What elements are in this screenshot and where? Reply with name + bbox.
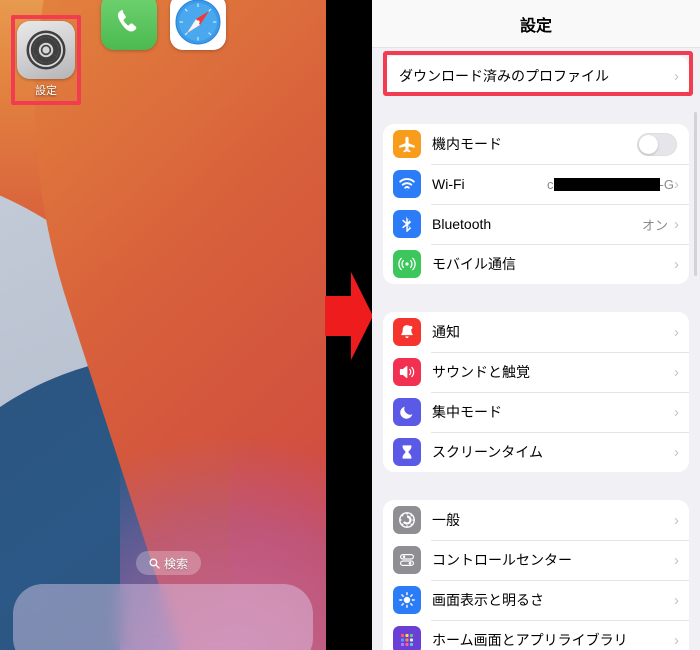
sliders-icon: [393, 546, 421, 574]
settings-scrollbar[interactable]: [694, 112, 697, 276]
toggle-knob: [639, 134, 658, 154]
settings-row-label: 機内モード: [432, 136, 502, 152]
dock-icon-phone[interactable]: [101, 0, 157, 50]
chevron-right-icon: ›: [674, 631, 679, 649]
settings-row-airplane-mode[interactable]: 機内モード: [383, 124, 689, 164]
chevron-right-icon: ›: [674, 591, 679, 609]
settings-row-screen-time[interactable]: スクリーンタイム ›: [383, 432, 689, 472]
settings-row-label: 一般: [432, 512, 460, 528]
settings-row-label: 集中モード: [432, 404, 502, 420]
settings-row-label: Bluetooth: [432, 216, 492, 232]
settings-row-display-brightness[interactable]: 画面表示と明るさ ›: [383, 580, 689, 620]
settings-row-label: 通知: [432, 324, 460, 340]
chevron-right-icon: ›: [674, 215, 679, 233]
cellular-icon: [393, 250, 421, 278]
chevron-right-icon: ›: [674, 67, 679, 85]
settings-row-notifications[interactable]: 通知 ›: [383, 312, 689, 352]
settings-group-connectivity: 機内モード Wi-Fi c -G › Bluetooth オン › モバイル通信…: [383, 124, 689, 284]
chevron-right-icon: ›: [674, 323, 679, 341]
screenshot-root: 設定 検索 設定 ダウンロード済みのプロファイル › 機内モード Wi-Fi c…: [0, 0, 700, 650]
wifi-network-value: c -G: [547, 177, 674, 192]
chevron-right-icon: ›: [674, 175, 679, 193]
wifi-icon: [393, 170, 421, 198]
airplane-mode-toggle[interactable]: [637, 132, 677, 156]
hourglass-icon: [393, 438, 421, 466]
speaker-icon: [393, 358, 421, 386]
settings-group-profile: ダウンロード済みのプロファイル ›: [383, 56, 689, 96]
settings-row-label: モバイル通信: [432, 256, 516, 272]
iphone-home-screen: 設定 検索: [0, 0, 326, 650]
settings-row-home-screen[interactable]: ホーム画面とアプリライブラリ ›: [383, 620, 689, 650]
chevron-right-icon: ›: [674, 363, 679, 381]
bluetooth-icon: [393, 210, 421, 238]
settings-nav-bar: 設定: [372, 0, 700, 48]
settings-row-sounds-haptics[interactable]: サウンドと触覚 ›: [383, 352, 689, 392]
settings-row-label: サウンドと触覚: [432, 364, 530, 380]
chevron-right-icon: ›: [674, 511, 679, 529]
settings-row-general[interactable]: 一般 ›: [383, 500, 689, 540]
settings-row-label: ホーム画面とアプリライブラリ: [432, 632, 628, 648]
home-search-pill[interactable]: 検索: [136, 551, 202, 575]
phone-icon: [117, 10, 137, 32]
settings-row-bluetooth[interactable]: Bluetooth オン ›: [383, 204, 689, 244]
settings-group-general: 一般 › コントロールセンター › 画面表示と明るさ › ホーム画面とアプリライ…: [383, 500, 689, 650]
bell-icon: [393, 318, 421, 346]
wifi-value-suffix: -G: [659, 176, 674, 192]
flow-arrow-icon: [325, 272, 373, 360]
home-dock: [13, 584, 313, 650]
settings-row-control-center[interactable]: コントロールセンター ›: [383, 540, 689, 580]
redaction-bar: [553, 177, 660, 191]
settings-group-alerts: 通知 › サウンドと触覚 › 集中モード › スクリーンタイム ›: [383, 312, 689, 472]
page-title: 設定: [519, 17, 552, 35]
settings-row-cellular[interactable]: モバイル通信 ›: [383, 244, 689, 284]
settings-row-downloaded-profile[interactable]: ダウンロード済みのプロファイル ›: [383, 56, 689, 96]
settings-row-label: スクリーンタイム: [432, 444, 544, 460]
bluetooth-status-value: オン: [641, 217, 668, 233]
gear-icon: [393, 506, 421, 534]
settings-row-label: コントロールセンター: [432, 552, 572, 568]
ios-settings-screen: 設定 ダウンロード済みのプロファイル › 機内モード Wi-Fi c -G › …: [372, 0, 700, 650]
compass-icon: [175, 0, 221, 45]
app-grid-icon: [393, 626, 421, 650]
settings-row-wifi[interactable]: Wi-Fi c -G ›: [383, 164, 689, 204]
settings-row-label: Wi-Fi: [432, 176, 465, 192]
settings-row-label: ダウンロード済みのプロファイル: [399, 68, 609, 84]
chevron-right-icon: ›: [674, 443, 679, 461]
settings-row-label: 画面表示と明るさ: [432, 592, 544, 608]
chevron-right-icon: ›: [674, 551, 679, 569]
dock-icon-safari[interactable]: [170, 0, 226, 50]
settings-row-focus[interactable]: 集中モード ›: [383, 392, 689, 432]
moon-icon: [393, 398, 421, 426]
chevron-right-icon: ›: [674, 403, 679, 421]
brightness-icon: [393, 586, 421, 614]
home-search-label: 検索: [164, 556, 189, 571]
chevron-right-icon: ›: [674, 255, 679, 273]
search-icon: [149, 557, 160, 569]
airplane-icon: [393, 130, 421, 158]
highlight-box-settings-icon: [11, 15, 81, 105]
